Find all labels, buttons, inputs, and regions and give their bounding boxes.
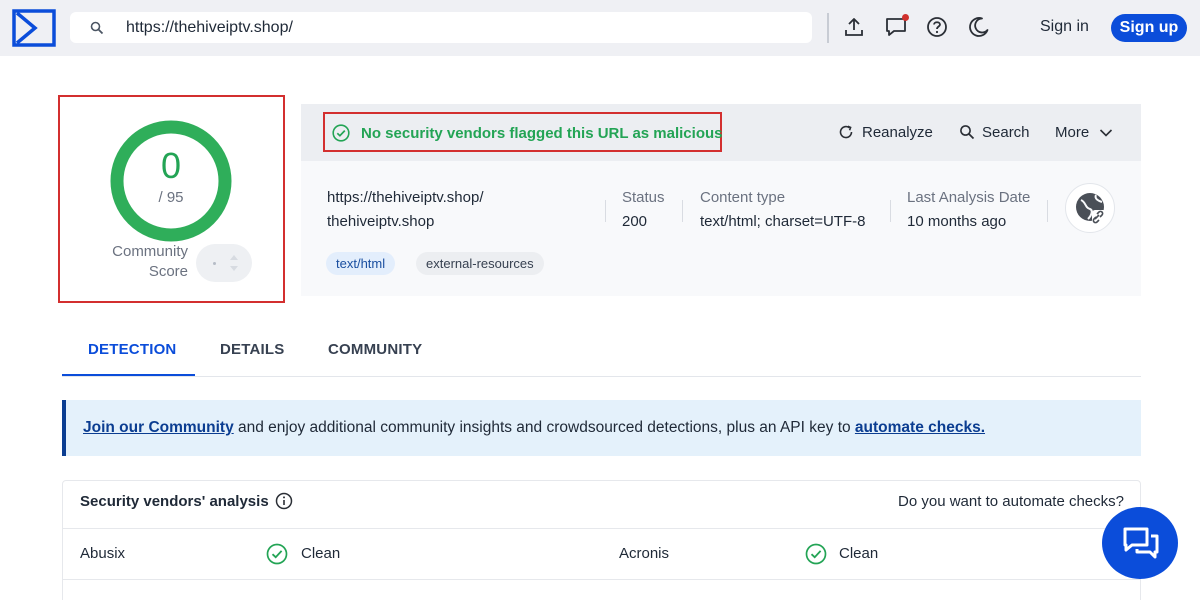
more-button[interactable]: More <box>1055 124 1089 141</box>
vendors-analysis-title: Security vendors' analysis <box>80 493 269 510</box>
scanned-domain[interactable]: thehiveiptv.shop <box>327 213 434 230</box>
reanalyze-icon[interactable] <box>838 124 854 140</box>
last-analysis-label: Last Analysis Date <box>907 189 1031 206</box>
tab-community[interactable]: COMMUNITY <box>328 341 422 358</box>
column-divider <box>682 200 683 222</box>
scanned-url[interactable]: https://thehiveiptv.shop/ <box>327 189 483 206</box>
vote-up-icon[interactable] <box>230 255 238 260</box>
detection-score-card: 0 / 95 Community Score <box>58 95 285 303</box>
search-button[interactable]: Search <box>982 124 1030 141</box>
verdict-text: No security vendors flagged this URL as … <box>361 125 723 142</box>
search-input[interactable] <box>126 12 786 43</box>
community-score-value <box>213 262 216 265</box>
automate-checks-link[interactable]: automate checks. <box>855 419 985 436</box>
check-circle-icon <box>332 124 350 142</box>
detection-total: / 95 <box>158 189 184 206</box>
vendors-analysis-section: Security vendors' analysis Do you want t… <box>62 480 1141 600</box>
community-score-vote[interactable] <box>196 244 252 282</box>
notification-dot <box>902 14 909 21</box>
vendor-row <box>63 579 1140 600</box>
sign-in-link[interactable]: Sign in <box>1040 18 1089 36</box>
vote-down-icon[interactable] <box>230 266 238 271</box>
column-divider <box>1047 200 1048 222</box>
column-divider <box>890 200 891 222</box>
vendor-name: Acronis <box>619 545 670 562</box>
search-icon[interactable] <box>959 124 975 140</box>
banner-body: and enjoy additional community insights … <box>233 419 855 436</box>
status-label: Status <box>622 189 665 206</box>
top-bar: Sign in Sign up <box>0 0 1200 56</box>
vendor-result: Clean <box>301 545 341 562</box>
search-bar <box>70 12 812 43</box>
chevron-down-icon[interactable] <box>1098 125 1114 141</box>
reanalyze-button[interactable]: Reanalyze <box>862 124 933 141</box>
upload-icon[interactable] <box>843 16 865 38</box>
automate-checks-prompt[interactable]: Do you want to automate checks? <box>898 493 1124 510</box>
check-circle-icon <box>266 543 288 565</box>
vendor-name: Abusix <box>80 545 126 562</box>
status-value: 200 <box>622 213 648 230</box>
dark-mode-icon[interactable] <box>968 16 990 38</box>
help-icon[interactable] <box>926 16 948 38</box>
chat-icon <box>1123 527 1159 559</box>
tag-chip[interactable]: text/html <box>326 252 396 275</box>
url-globe-icon <box>1065 183 1115 233</box>
logo-icon[interactable] <box>11 8 57 48</box>
info-icon[interactable] <box>275 492 293 510</box>
community-score-label: Community Score <box>112 243 188 280</box>
content-type-label: Content type <box>700 189 786 206</box>
toolbar-divider <box>827 13 829 43</box>
tabs-divider <box>62 376 1141 377</box>
vendor-result: Clean <box>839 545 879 562</box>
check-circle-icon <box>805 543 827 565</box>
tab-details[interactable]: DETAILS <box>220 341 284 358</box>
chat-button[interactable] <box>1102 507 1178 579</box>
content-type-value: text/html; charset=UTF-8 <box>700 213 866 230</box>
verdict-banner: No security vendors flagged this URL as … <box>323 112 723 152</box>
sign-up-button[interactable]: Sign up <box>1111 14 1187 42</box>
tag-chip[interactable]: external-resources <box>416 252 544 275</box>
detection-count: 0 <box>160 145 182 186</box>
column-divider <box>605 200 606 222</box>
banner-text: Join our Community and enjoy additional … <box>83 419 985 437</box>
analysis-header: No security vendors flagged this URL as … <box>301 104 1141 161</box>
analysis-panel: No security vendors flagged this URL as … <box>301 104 1141 296</box>
search-icon <box>90 21 104 35</box>
vendor-row: Abusix Clean Acronis Clean <box>63 528 1140 578</box>
community-banner: Join our Community and enjoy additional … <box>62 400 1141 456</box>
tab-detection[interactable]: DETECTION <box>88 341 176 358</box>
last-analysis-value: 10 months ago <box>907 213 1007 230</box>
join-community-link[interactable]: Join our Community <box>83 419 234 436</box>
